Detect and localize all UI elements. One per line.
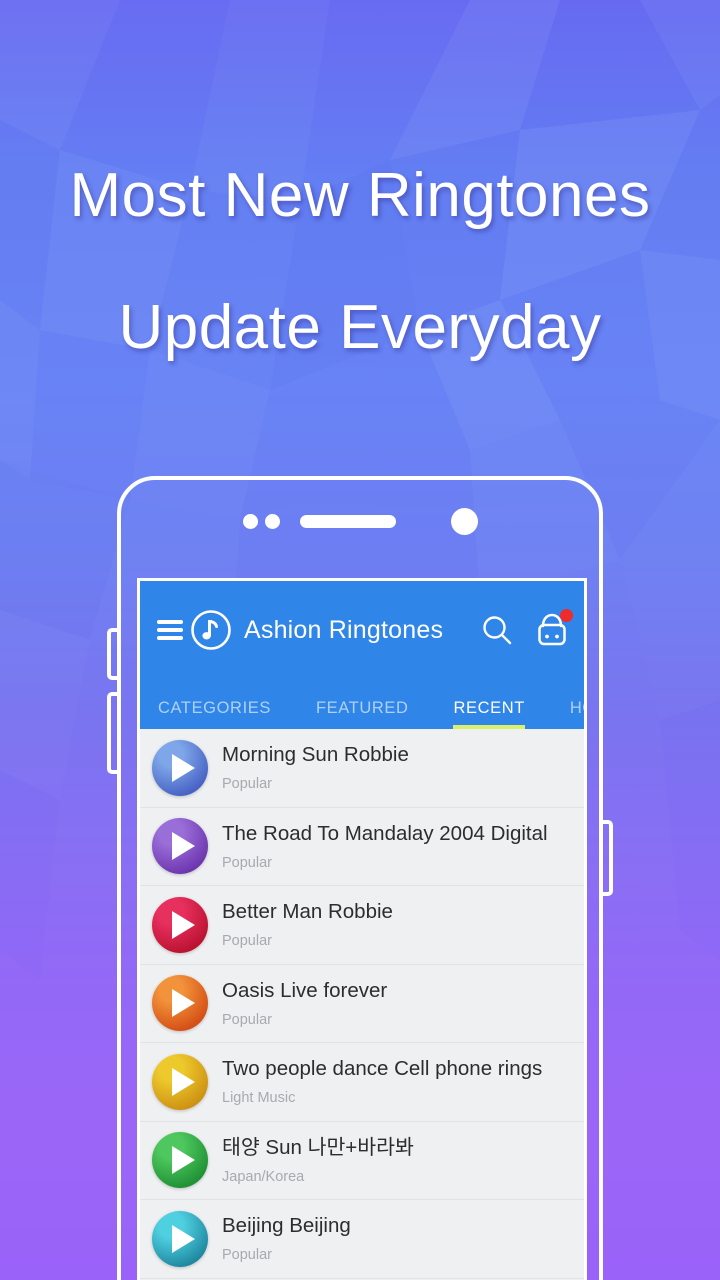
ringtone-category: Popular xyxy=(222,1247,272,1264)
play-triangle-icon xyxy=(172,1224,195,1253)
app-bar-top-row: Ashion Ringtones xyxy=(140,581,584,679)
promo-headline-line-2: Update Everyday xyxy=(118,293,602,362)
play-icon[interactable] xyxy=(152,818,208,875)
play-triangle-icon xyxy=(172,989,195,1018)
volume-up-button[interactable] xyxy=(107,628,121,680)
hamburger-menu-icon[interactable] xyxy=(157,620,183,640)
promo-headline-line-1: Most New Ringtones xyxy=(69,161,651,230)
ringtone-category: Popular xyxy=(222,1011,272,1028)
tab-recent[interactable]: RECENT xyxy=(453,699,526,729)
play-triangle-icon xyxy=(172,910,195,939)
light-sensor-icon xyxy=(264,514,280,529)
ringtone-row[interactable]: The Road To Mandalay 2004 Digital Popular xyxy=(140,808,584,886)
ringtone-category: Japan/Korea xyxy=(222,1168,305,1185)
tab-featured[interactable]: FEATURED xyxy=(316,699,409,729)
search-icon[interactable] xyxy=(480,613,514,647)
play-triangle-icon xyxy=(172,1146,195,1175)
play-triangle-icon xyxy=(172,1067,195,1096)
play-icon[interactable] xyxy=(152,1210,208,1267)
play-icon[interactable] xyxy=(152,896,208,953)
app-title: Ashion Ringtones xyxy=(244,615,444,644)
ringtone-title: The Road To Mandalay 2004 Digital xyxy=(222,821,548,845)
music-note-logo-icon xyxy=(191,610,231,650)
ringtone-row[interactable]: Two people dance Cell phone rings Light M… xyxy=(140,1043,584,1122)
ringtone-text-block: Two people dance Cell phone rings Light M… xyxy=(222,1057,584,1106)
ringtone-title: Better Man Robbie xyxy=(222,900,393,924)
ringtone-title: Morning Sun Robbie xyxy=(222,743,409,767)
ringtone-title: 태양 Sun 나만+바라봐 xyxy=(222,1135,414,1159)
phone-mockup-frame: Ashion Ringtones CATEGORIES FEATURED REC… xyxy=(107,476,613,1280)
ringtone-row[interactable]: 태양 Sun 나만+바라봐 Japan/Korea xyxy=(140,1122,584,1200)
app-bar: Ashion Ringtones CATEGORIES FEATURED REC… xyxy=(140,581,584,729)
ringtone-text-block: Morning Sun Robbie Popular xyxy=(222,743,584,792)
play-triangle-icon xyxy=(172,832,195,861)
ringtone-title: Two people dance Cell phone rings xyxy=(222,1057,543,1081)
phone-screen: Ashion Ringtones CATEGORIES FEATURED REC… xyxy=(137,578,587,1280)
promo-banner: Most New Ringtones Update Everyday Ashio… xyxy=(0,0,720,1280)
ringtone-row[interactable]: Morning Sun Robbie Popular xyxy=(140,729,584,808)
play-icon[interactable] xyxy=(152,975,208,1032)
ringtone-row[interactable]: Oasis Live forever Popular xyxy=(140,965,584,1043)
ringtone-text-block: Beijing Beijing Popular xyxy=(222,1214,584,1263)
ringtone-title: Oasis Live forever xyxy=(222,978,388,1002)
play-icon[interactable] xyxy=(152,1132,208,1189)
tab-hot[interactable]: HO xyxy=(570,699,584,729)
phone-top-hardware xyxy=(121,508,599,535)
ringtone-category: Popular xyxy=(222,933,272,950)
ringtone-text-block: 태양 Sun 나만+바라봐 Japan/Korea xyxy=(222,1136,584,1185)
gift-bag-button[interactable] xyxy=(534,609,573,649)
power-button[interactable] xyxy=(599,820,613,896)
ringtone-category: Popular xyxy=(222,854,272,871)
ringtone-row[interactable]: Better Man Robbie Popular xyxy=(140,886,584,965)
ringtone-category: Light Music xyxy=(222,1090,296,1107)
play-icon[interactable] xyxy=(152,1053,208,1110)
ringtone-list: Morning Sun Robbie Popular The Road To Man… xyxy=(140,729,584,1279)
ringtone-title: Beijing Beijing xyxy=(222,1214,351,1238)
play-icon[interactable] xyxy=(152,739,208,796)
ringtone-text-block: Oasis Live forever Popular xyxy=(222,979,584,1028)
proximity-sensor-icon xyxy=(242,514,258,529)
ringtone-category: Popular xyxy=(222,776,272,793)
ringtone-text-block: Better Man Robbie Popular xyxy=(222,900,584,949)
earpiece-speaker-icon xyxy=(299,515,396,528)
volume-down-button[interactable] xyxy=(107,692,121,774)
ringtone-row[interactable]: Beijing Beijing Popular xyxy=(140,1200,584,1279)
front-camera-icon xyxy=(450,508,478,535)
tab-bar: CATEGORIES FEATURED RECENT HO xyxy=(140,679,584,729)
notification-badge-dot xyxy=(560,609,573,622)
play-triangle-icon xyxy=(172,753,195,782)
ringtone-text-block: The Road To Mandalay 2004 Digital Popular xyxy=(222,822,584,871)
tab-categories[interactable]: CATEGORIES xyxy=(158,699,271,729)
